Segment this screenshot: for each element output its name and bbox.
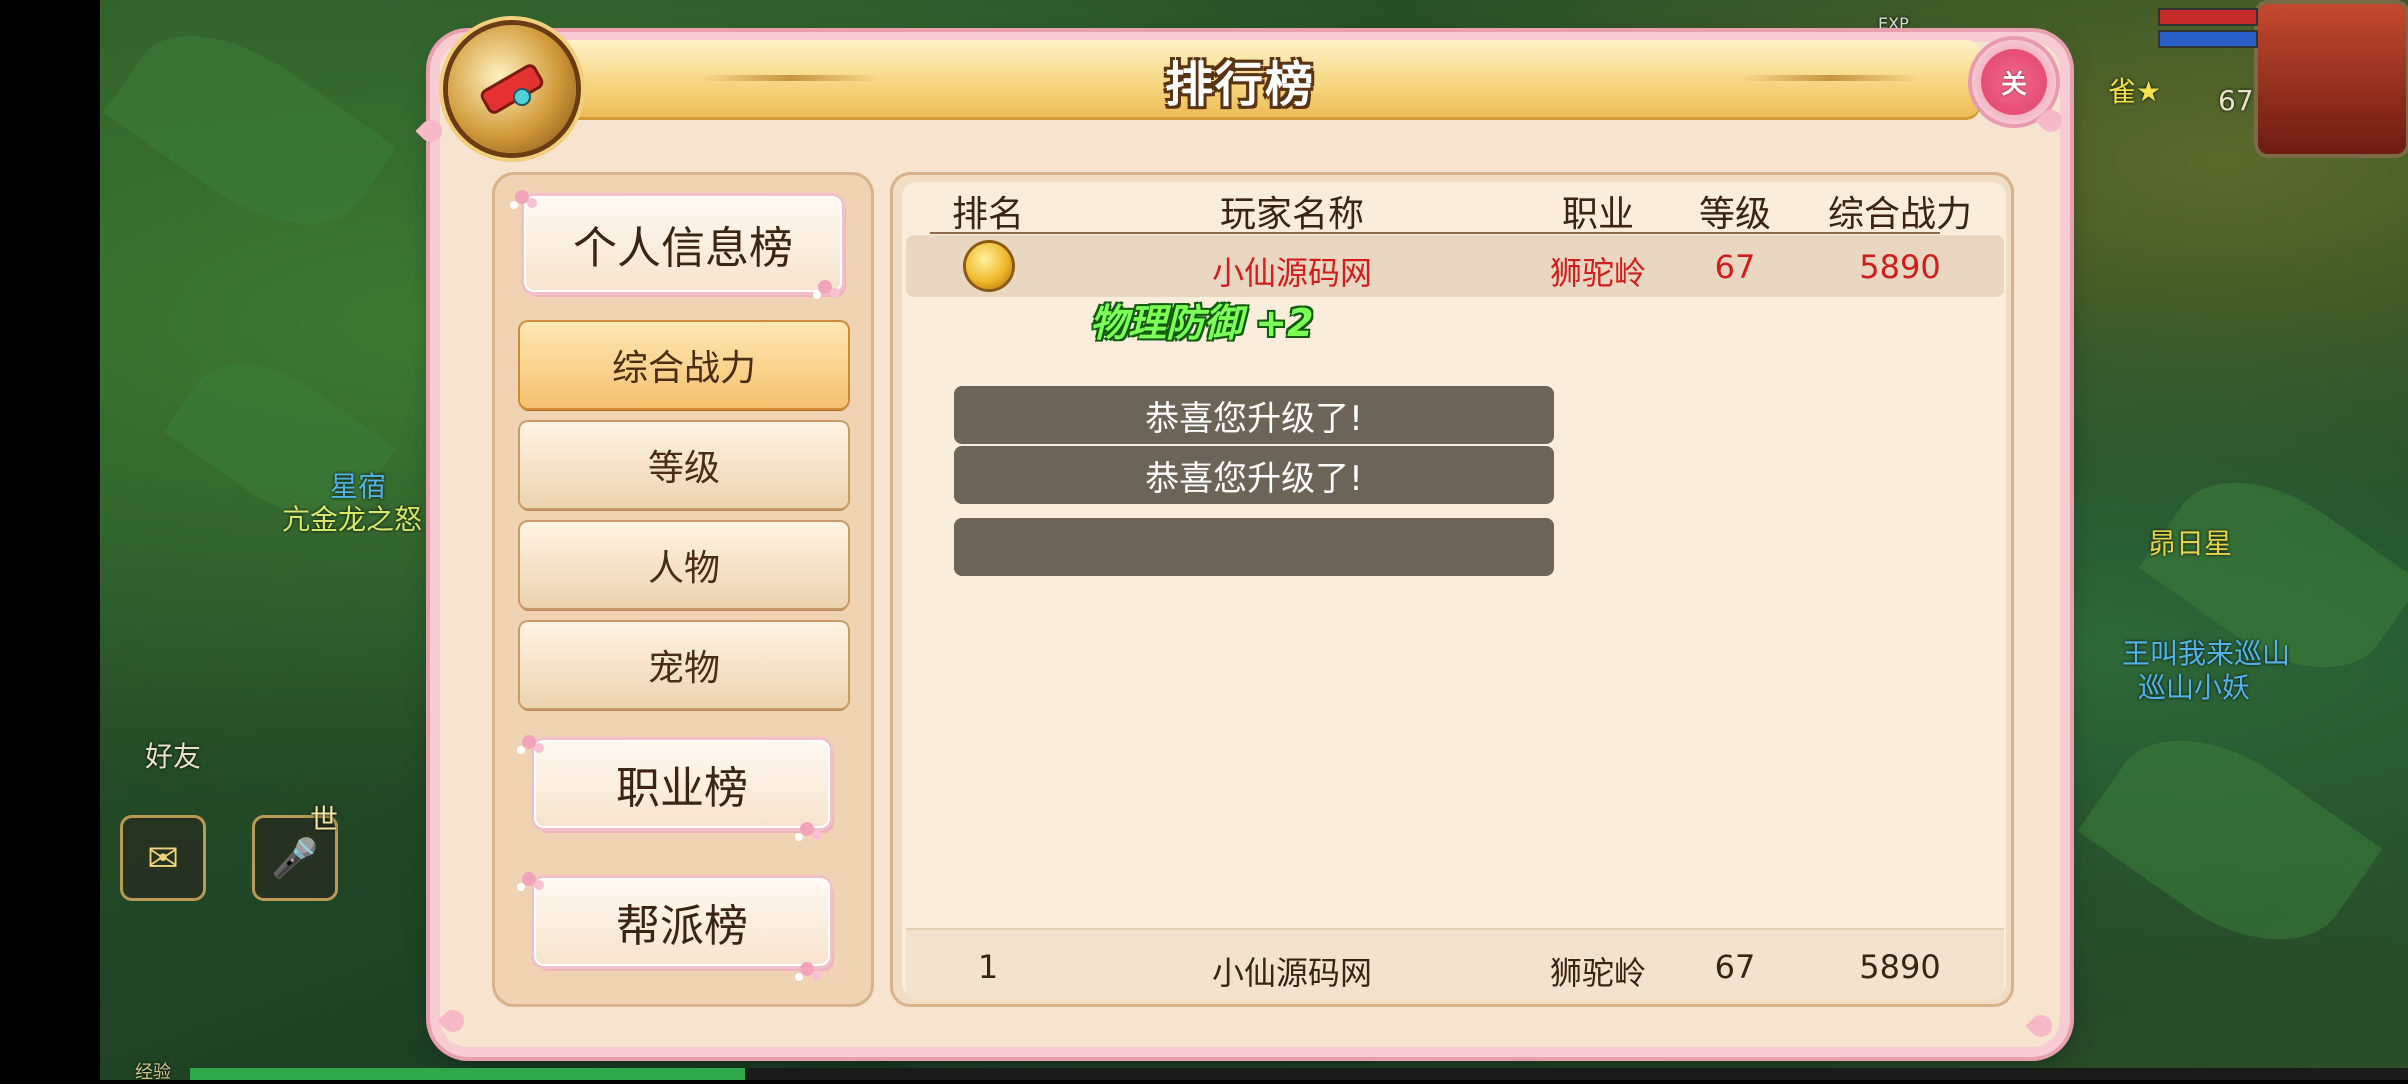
npc-title: 亢金龙之怒 bbox=[282, 503, 423, 536]
blossom-decoration bbox=[800, 822, 814, 836]
tab-class-ranking[interactable]: 职业榜 bbox=[534, 740, 830, 828]
right-npc-title: 巡山小妖 bbox=[2138, 671, 2251, 704]
tab-class-ranking-label: 职业榜 bbox=[616, 763, 748, 814]
world-channel-label: 世 bbox=[310, 803, 339, 836]
sub-tab-level[interactable]: 等级 bbox=[520, 422, 848, 508]
level-up-toast: 恭喜您升级了! bbox=[954, 386, 1554, 444]
buff-popup: 物理防御 +2 bbox=[1090, 301, 1314, 345]
title-ornament bbox=[1740, 75, 1920, 81]
exp-badge: EXP bbox=[1878, 14, 1909, 33]
microphone-icon: 🎤 bbox=[271, 835, 319, 880]
sub-tab-character[interactable]: 人物 bbox=[520, 522, 848, 608]
right-npc-name: 昴日星 bbox=[2148, 527, 2233, 560]
my-combat-power: 5890 bbox=[1859, 948, 1941, 986]
player-portrait[interactable] bbox=[2258, 4, 2406, 154]
blossom-decoration bbox=[800, 962, 814, 976]
row-class: 狮驼岭 bbox=[1549, 254, 1647, 292]
my-class: 狮驼岭 bbox=[1549, 954, 1647, 992]
column-header-class: 职业 bbox=[1561, 194, 1635, 235]
foliage bbox=[103, 0, 397, 262]
row-player-name: 小仙源码网 bbox=[1211, 254, 1373, 292]
sub-tab-label: 综合战力 bbox=[611, 348, 756, 389]
row-level: 67 bbox=[1714, 248, 1756, 286]
foliage bbox=[2077, 699, 2383, 981]
scroll-emblem-icon bbox=[448, 25, 576, 153]
chat-bubble-icon: ✉ bbox=[147, 836, 179, 880]
level-up-toast: 恭喜您升级了! bbox=[954, 446, 1554, 504]
row-combat-power: 5890 bbox=[1859, 248, 1941, 286]
close-label: 关 bbox=[2000, 69, 2027, 100]
friends-label[interactable]: 好友 bbox=[145, 735, 201, 775]
empty-toast bbox=[954, 518, 1554, 576]
right-tag: 雀★ bbox=[2108, 75, 2162, 108]
blossom-decoration bbox=[818, 280, 832, 294]
mp-bar bbox=[2158, 30, 2258, 48]
sub-tab-label: 宠物 bbox=[647, 648, 720, 689]
blossom-decoration bbox=[515, 190, 529, 204]
column-header-player-name: 玩家名称 bbox=[1219, 194, 1365, 235]
sub-tab-label: 人物 bbox=[647, 548, 720, 589]
tab-personal-info-label: 个人信息榜 bbox=[573, 223, 793, 274]
column-header-level: 等级 bbox=[1698, 194, 1772, 235]
exp-bar-fill bbox=[190, 1068, 745, 1080]
blossom-decoration bbox=[522, 872, 536, 886]
table-row[interactable] bbox=[906, 235, 2004, 297]
ranking-table bbox=[902, 182, 2006, 997]
tab-guild-ranking-label: 帮派榜 bbox=[616, 901, 748, 952]
hp-bar bbox=[2158, 8, 2258, 26]
my-player-name: 小仙源码网 bbox=[1211, 954, 1373, 992]
sub-tab-label: 等级 bbox=[647, 448, 720, 489]
my-rank: 1 bbox=[977, 948, 999, 986]
my-level: 67 bbox=[1714, 948, 1756, 986]
title-ornament bbox=[700, 75, 880, 81]
sub-tab-pet[interactable]: 宠物 bbox=[520, 622, 848, 708]
column-header-combat-power: 综合战力 bbox=[1827, 194, 1973, 235]
tab-personal-info[interactable]: 个人信息榜 bbox=[524, 196, 842, 292]
header-divider bbox=[930, 232, 1940, 234]
chat-button[interactable]: ✉ bbox=[120, 815, 206, 901]
my-rank-row bbox=[906, 928, 2004, 1000]
blossom-decoration bbox=[522, 735, 536, 749]
window-title: 排行榜 bbox=[1164, 57, 1315, 113]
column-header-rank: 排名 bbox=[951, 194, 1025, 235]
exp-bar-label: 经验 bbox=[135, 1062, 171, 1083]
player-level: 67 bbox=[2218, 84, 2254, 117]
tab-guild-ranking[interactable]: 帮派榜 bbox=[534, 878, 830, 966]
exp-bar bbox=[190, 1068, 2408, 1080]
gold-medal-icon bbox=[966, 243, 1012, 289]
sub-tab-combat-power[interactable]: 综合战力 bbox=[520, 322, 848, 408]
